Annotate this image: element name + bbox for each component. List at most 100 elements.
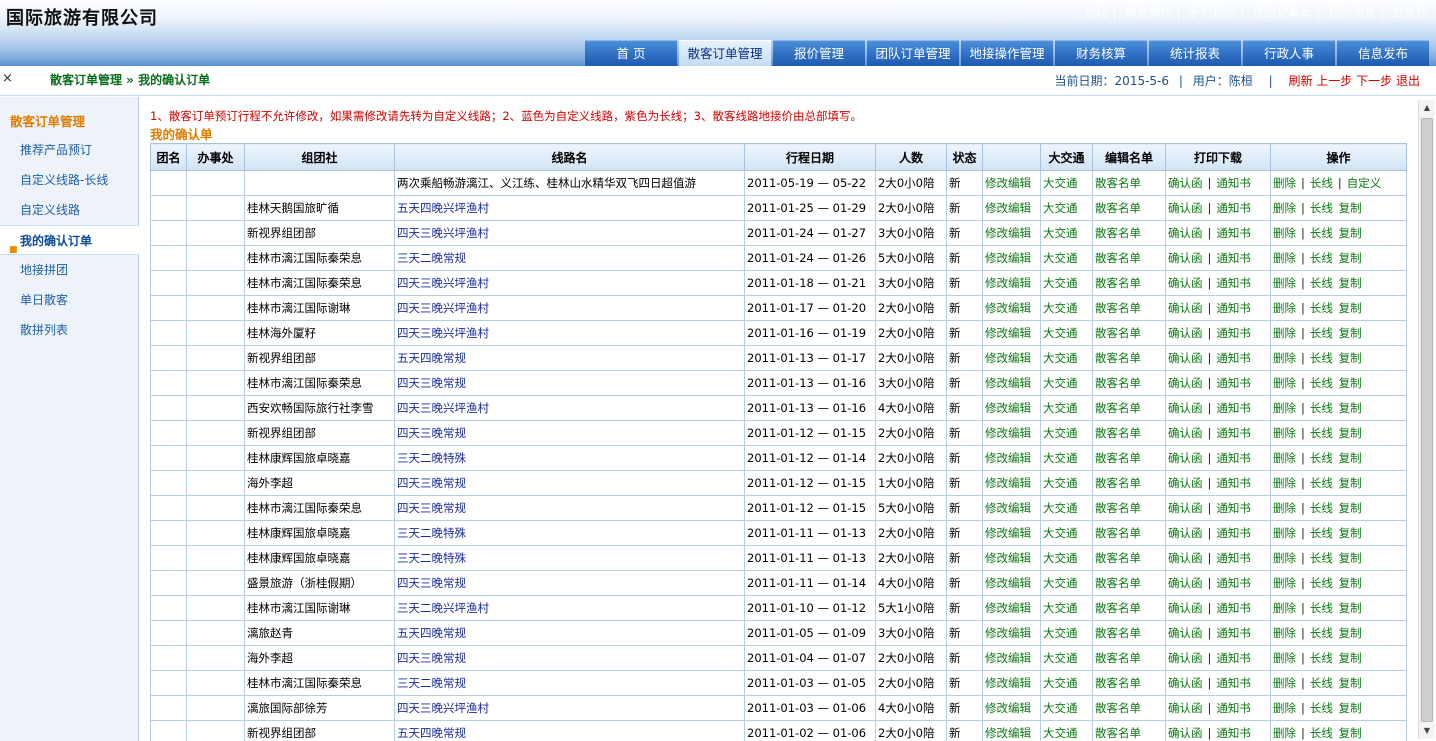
delete-link[interactable]: 删除 <box>1273 476 1296 490</box>
route-link[interactable]: 三天二晚常规 <box>397 676 466 690</box>
names-link[interactable]: 散客名单 <box>1095 526 1141 540</box>
confirm-letter-link[interactable]: 确认函 <box>1168 576 1203 590</box>
nav-individual-orders[interactable]: 散客订单管理 <box>679 40 771 66</box>
traffic-link[interactable]: 大交通 <box>1043 401 1078 415</box>
edit-link[interactable]: 修改编辑 <box>985 601 1031 615</box>
longline-link[interactable]: 长线 <box>1310 601 1333 615</box>
edit-link[interactable]: 修改编辑 <box>985 376 1031 390</box>
names-link[interactable]: 散客名单 <box>1095 226 1141 240</box>
sidebar-item[interactable]: 自定义线路-长线 <box>0 165 139 195</box>
edit-link[interactable]: 修改编辑 <box>985 276 1031 290</box>
longline-link[interactable]: 长线 <box>1310 401 1333 415</box>
delete-link[interactable]: 删除 <box>1273 526 1296 540</box>
sidebar-item[interactable]: ■ 我的确认订单 <box>0 225 139 255</box>
confirm-letter-link[interactable]: 确认函 <box>1168 526 1203 540</box>
delete-link[interactable]: 删除 <box>1273 226 1296 240</box>
copy-link[interactable]: 复制 <box>1339 576 1362 590</box>
delete-link[interactable]: 删除 <box>1273 276 1296 290</box>
confirm-letter-link[interactable]: 确认函 <box>1168 226 1203 240</box>
traffic-link[interactable]: 大交通 <box>1043 651 1078 665</box>
traffic-link[interactable]: 大交通 <box>1043 451 1078 465</box>
delete-link[interactable]: 删除 <box>1273 676 1296 690</box>
notice-letter-link[interactable]: 通知书 <box>1216 576 1251 590</box>
traffic-link[interactable]: 大交通 <box>1043 201 1078 215</box>
notice-letter-link[interactable]: 通知书 <box>1216 376 1251 390</box>
longline-link[interactable]: 长线 <box>1310 251 1333 265</box>
names-link[interactable]: 散客名单 <box>1095 251 1141 265</box>
names-link[interactable]: 散客名单 <box>1095 176 1141 190</box>
copy-link[interactable]: 复制 <box>1339 501 1362 515</box>
route-link[interactable]: 五天四晚常规 <box>397 351 466 365</box>
route-link[interactable]: 五天四晚常规 <box>397 626 466 640</box>
copy-link[interactable]: 复制 <box>1339 726 1362 740</box>
notice-letter-link[interactable]: 通知书 <box>1216 676 1251 690</box>
delete-link[interactable]: 删除 <box>1273 376 1296 390</box>
notice-letter-link[interactable]: 通知书 <box>1216 326 1251 340</box>
longline-link[interactable]: 长线 <box>1310 726 1333 740</box>
confirm-letter-link[interactable]: 确认函 <box>1168 626 1203 640</box>
route-link[interactable]: 三天二晚常规 <box>397 251 466 265</box>
edit-link[interactable]: 修改编辑 <box>985 201 1031 215</box>
names-link[interactable]: 散客名单 <box>1095 451 1141 465</box>
notice-letter-link[interactable]: 通知书 <box>1216 226 1251 240</box>
edit-link[interactable]: 修改编辑 <box>985 251 1031 265</box>
notice-letter-link[interactable]: 通知书 <box>1216 626 1251 640</box>
names-link[interactable]: 散客名单 <box>1095 501 1141 515</box>
longline-link[interactable]: 长线 <box>1310 476 1333 490</box>
delete-link[interactable]: 删除 <box>1273 451 1296 465</box>
toplink-mass-mail[interactable]: 群发邮件 <box>1124 6 1172 20</box>
confirm-letter-link[interactable]: 确认函 <box>1168 201 1203 215</box>
edit-link[interactable]: 修改编辑 <box>985 176 1031 190</box>
route-link[interactable]: 四天三晚兴坪渔村 <box>397 326 489 340</box>
traffic-link[interactable]: 大交通 <box>1043 276 1078 290</box>
names-link[interactable]: 散客名单 <box>1095 701 1141 715</box>
forward-link[interactable]: 下一步 <box>1356 74 1392 88</box>
names-link[interactable]: 散客名单 <box>1095 201 1141 215</box>
traffic-link[interactable]: 大交通 <box>1043 701 1078 715</box>
notice-letter-link[interactable]: 通知书 <box>1216 251 1251 265</box>
custom-link[interactable]: 自定义 <box>1347 176 1382 190</box>
toplink-sms[interactable]: 手机短信 <box>1188 6 1236 20</box>
sidebar-item[interactable]: 散拼列表 <box>0 315 139 345</box>
copy-link[interactable]: 复制 <box>1339 651 1362 665</box>
confirm-letter-link[interactable]: 确认函 <box>1168 251 1203 265</box>
names-link[interactable]: 散客名单 <box>1095 726 1141 740</box>
route-link[interactable]: 三天二晚特殊 <box>397 551 466 565</box>
traffic-link[interactable]: 大交通 <box>1043 626 1078 640</box>
names-link[interactable]: 散客名单 <box>1095 676 1141 690</box>
edit-link[interactable]: 修改编辑 <box>985 626 1031 640</box>
route-link[interactable]: 四天三晚常规 <box>397 576 466 590</box>
traffic-link[interactable]: 大交通 <box>1043 376 1078 390</box>
scroll-down-icon[interactable]: ▼ <box>1419 723 1435 739</box>
names-link[interactable]: 散客名单 <box>1095 426 1141 440</box>
route-link[interactable]: 三天二晚兴坪渔村 <box>397 601 489 615</box>
delete-link[interactable]: 删除 <box>1273 701 1296 715</box>
confirm-letter-link[interactable]: 确认函 <box>1168 601 1203 615</box>
refresh-link[interactable]: 刷新 <box>1288 74 1312 88</box>
longline-link[interactable]: 长线 <box>1310 676 1333 690</box>
scroll-up-icon[interactable]: ▲ <box>1419 100 1435 116</box>
delete-link[interactable]: 删除 <box>1273 326 1296 340</box>
delete-link[interactable]: 删除 <box>1273 201 1296 215</box>
traffic-link[interactable]: 大交通 <box>1043 176 1078 190</box>
toplink-notepad[interactable]: 我的记事本 <box>1252 6 1312 20</box>
edit-link[interactable]: 修改编辑 <box>985 526 1031 540</box>
names-link[interactable]: 散客名单 <box>1095 276 1141 290</box>
route-link[interactable]: 四天三晚兴坪渔村 <box>397 276 489 290</box>
edit-link[interactable]: 修改编辑 <box>985 651 1031 665</box>
edit-link[interactable]: 修改编辑 <box>985 226 1031 240</box>
copy-link[interactable]: 复制 <box>1339 226 1362 240</box>
delete-link[interactable]: 删除 <box>1273 501 1296 515</box>
delete-link[interactable]: 删除 <box>1273 626 1296 640</box>
sidebar-item[interactable]: 单日散客 <box>0 285 139 315</box>
delete-link[interactable]: 删除 <box>1273 251 1296 265</box>
longline-link[interactable]: 长线 <box>1310 701 1333 715</box>
edit-link[interactable]: 修改编辑 <box>985 551 1031 565</box>
edit-link[interactable]: 修改编辑 <box>985 726 1031 740</box>
confirm-letter-link[interactable]: 确认函 <box>1168 451 1203 465</box>
confirm-letter-link[interactable]: 确认函 <box>1168 476 1203 490</box>
copy-link[interactable]: 复制 <box>1339 676 1362 690</box>
confirm-letter-link[interactable]: 确认函 <box>1168 426 1203 440</box>
delete-link[interactable]: 删除 <box>1273 726 1296 740</box>
names-link[interactable]: 散客名单 <box>1095 651 1141 665</box>
